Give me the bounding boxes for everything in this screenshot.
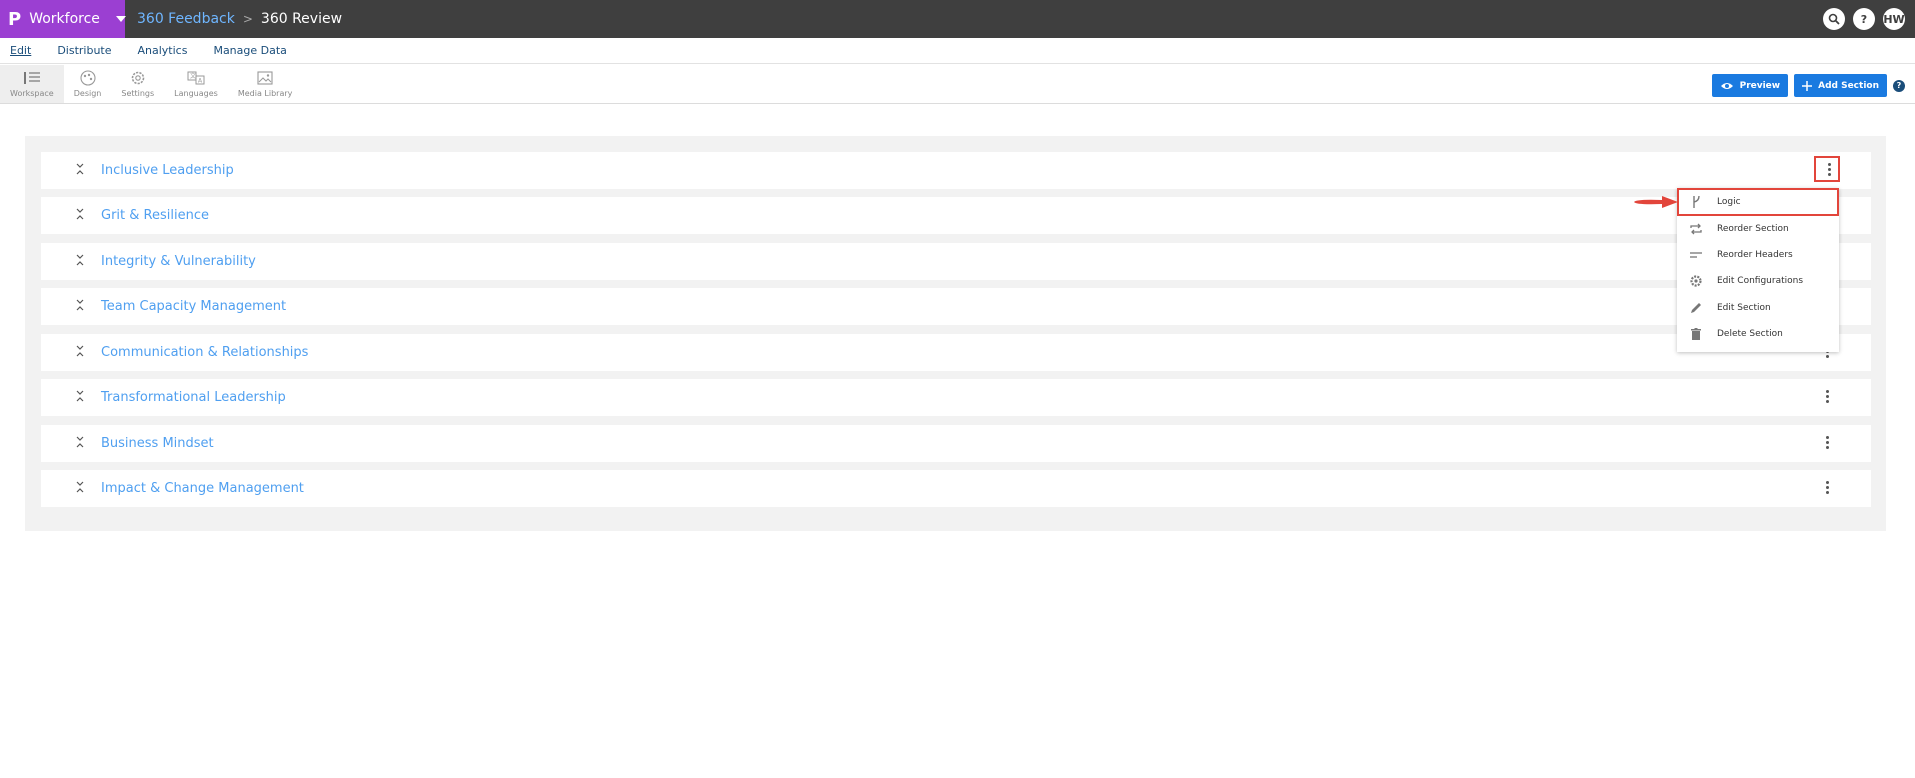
collapse-icon[interactable]	[75, 162, 85, 176]
breadcrumb-separator: >	[242, 12, 253, 26]
tool-label: Design	[73, 89, 102, 98]
workspace-icon	[23, 72, 40, 84]
menu-analytics[interactable]: Analytics	[138, 44, 188, 57]
preview-button[interactable]: Preview	[1711, 74, 1789, 97]
tool-languages[interactable]: 文A Languages	[164, 65, 228, 103]
section-row[interactable]: Business Mindset	[41, 425, 1871, 462]
menu-item-label: Edit Configurations	[1717, 276, 1804, 286]
help-icon[interactable]: ?	[1893, 79, 1905, 92]
menu-manage-data[interactable]: Manage Data	[213, 44, 286, 57]
plus-icon	[1802, 80, 1813, 91]
menu-edit[interactable]: Edit	[10, 44, 31, 57]
section-title[interactable]: Communication & Relationships	[101, 345, 308, 360]
section-row[interactable]: Communication & Relationships	[41, 334, 1871, 371]
add-section-button[interactable]: Add Section	[1794, 74, 1887, 97]
section-row[interactable]: Grit & Resilience	[41, 197, 1871, 234]
logic-highlight-box	[1677, 188, 1839, 216]
menu-item-delete-section[interactable]: Delete Section	[1677, 321, 1839, 347]
eye-icon	[1720, 82, 1733, 89]
menu-item-edit-section[interactable]: Edit Section	[1677, 295, 1839, 321]
toolbar-actions: Preview Add Section ?	[1711, 74, 1905, 97]
section-title[interactable]: Integrity & Vulnerability	[101, 254, 256, 269]
more-options-icon[interactable]	[1823, 436, 1831, 452]
menu-item-reorder-headers[interactable]: Reorder Headers	[1677, 242, 1839, 268]
brand-logo: P	[8, 8, 22, 30]
svg-text:A: A	[198, 78, 203, 85]
pointer-arrow-icon	[1634, 196, 1678, 208]
avatar[interactable]: HW	[1883, 8, 1905, 30]
lines-icon	[1690, 252, 1702, 258]
workspace-area: Inclusive Leadership Grit & Resilience I…	[25, 136, 1886, 531]
breadcrumb-parent[interactable]: 360 Feedback	[137, 11, 235, 27]
section-title[interactable]: Business Mindset	[101, 436, 214, 451]
section-row[interactable]: Impact & Change Management	[41, 470, 1871, 507]
search-icon[interactable]	[1823, 8, 1845, 30]
collapse-icon[interactable]	[75, 480, 85, 494]
menu-item-label: Reorder Headers	[1717, 250, 1793, 260]
tool-label: Settings	[121, 89, 155, 98]
section-title[interactable]: Inclusive Leadership	[101, 163, 234, 178]
svg-text:文: 文	[190, 72, 196, 80]
gear-icon	[131, 71, 145, 85]
menu-item-reorder-section[interactable]: Reorder Section	[1677, 216, 1839, 242]
chevron-down-icon	[115, 16, 126, 22]
top-icons: ? HW	[1823, 8, 1905, 30]
section-row[interactable]: Inclusive Leadership	[41, 152, 1871, 189]
tool-label: Media Library	[237, 89, 293, 98]
section-title[interactable]: Team Capacity Management	[101, 299, 286, 314]
pencil-icon	[1691, 303, 1701, 313]
collapse-icon[interactable]	[75, 389, 85, 403]
top-bar: P Workforce 360 Feedback > 360 Review ? …	[0, 0, 1915, 38]
toolbar: Workspace Design Settings 文A Languages M…	[0, 64, 1915, 104]
section-row[interactable]: Integrity & Vulnerability	[41, 243, 1871, 280]
collapse-icon[interactable]	[75, 253, 85, 267]
menu-item-label: Delete Section	[1717, 329, 1783, 339]
section-title[interactable]: Grit & Resilience	[101, 208, 209, 223]
repeat-icon	[1690, 223, 1702, 235]
brand-name: Workforce	[29, 11, 100, 27]
add-section-label: Add Section	[1818, 80, 1879, 91]
translate-icon: 文A	[187, 71, 205, 85]
more-options-button-highlighted[interactable]	[1814, 156, 1840, 182]
menu-item-edit-configurations[interactable]: Edit Configurations	[1677, 268, 1839, 294]
tool-design[interactable]: Design	[64, 65, 112, 103]
menu-item-label: Edit Section	[1717, 303, 1771, 313]
collapse-icon[interactable]	[75, 298, 85, 312]
tool-settings[interactable]: Settings	[111, 65, 164, 103]
collapse-icon[interactable]	[75, 207, 85, 221]
section-row[interactable]: Team Capacity Management	[41, 288, 1871, 325]
menu-item-label: Reorder Section	[1717, 224, 1789, 234]
section-title[interactable]: Impact & Change Management	[101, 481, 304, 496]
preview-label: Preview	[1739, 80, 1781, 91]
more-options-icon[interactable]	[1825, 163, 1833, 179]
help-icon[interactable]: ?	[1853, 8, 1875, 30]
menu-distribute[interactable]: Distribute	[57, 44, 111, 57]
gear-icon	[1690, 275, 1702, 287]
menu-bar: Edit Distribute Analytics Manage Data	[0, 38, 1915, 64]
tool-workspace[interactable]: Workspace	[0, 65, 64, 103]
trash-icon	[1691, 328, 1701, 340]
tool-label: Workspace	[10, 89, 54, 98]
tool-media-library[interactable]: Media Library	[228, 65, 303, 103]
section-row[interactable]: Transformational Leadership	[41, 379, 1871, 416]
section-title[interactable]: Transformational Leadership	[101, 390, 286, 405]
more-options-icon[interactable]	[1823, 481, 1831, 497]
breadcrumb: 360 Feedback > 360 Review	[137, 11, 342, 27]
tool-label: Languages	[174, 89, 218, 98]
app-switcher[interactable]: P Workforce	[0, 0, 126, 38]
collapse-icon[interactable]	[75, 344, 85, 358]
more-options-icon[interactable]	[1823, 390, 1831, 406]
collapse-icon[interactable]	[75, 435, 85, 449]
breadcrumb-current: 360 Review	[260, 11, 343, 27]
palette-icon	[79, 70, 96, 86]
image-icon	[257, 71, 273, 85]
